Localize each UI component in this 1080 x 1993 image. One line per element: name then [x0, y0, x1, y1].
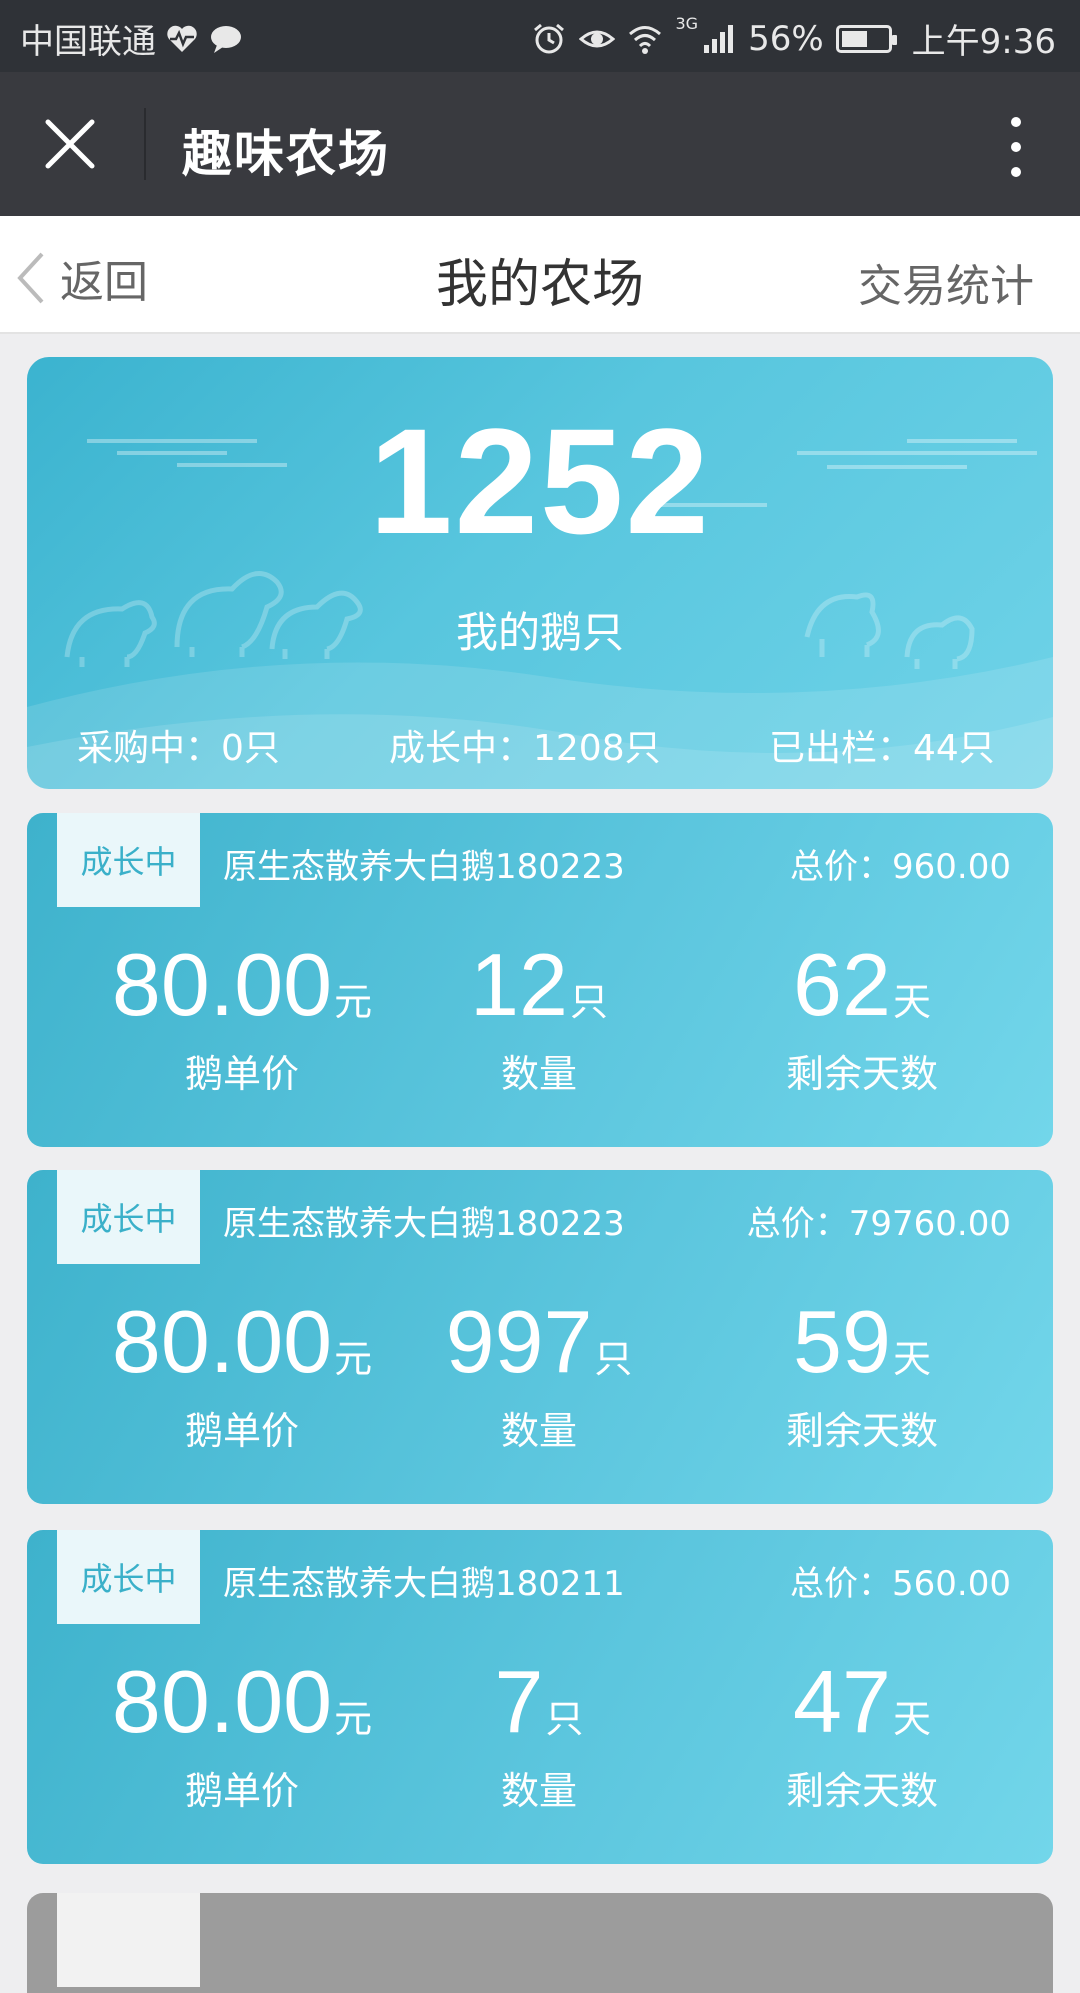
product-name: 原生态散养大白鹅180223 — [223, 847, 625, 887]
status-tag: 成长中 — [57, 813, 200, 907]
sold-count: 已出栏：44只 — [769, 728, 995, 769]
growing-count: 成长中：1208只 — [389, 728, 661, 769]
quantity-label: 数量 — [500, 1409, 577, 1453]
carrier-label: 中国联通 — [20, 22, 156, 62]
remaining-days-unit: 天 — [892, 1337, 931, 1381]
remaining-days-label: 剩余天数 — [785, 1052, 938, 1096]
total-price: 总价：960.00 — [790, 847, 1011, 887]
order-card-partial[interactable] — [27, 1893, 1053, 1993]
battery-icon — [835, 24, 897, 53]
quantity-value: 997 — [445, 1292, 593, 1391]
unit-price-label: 鹅单价 — [184, 1052, 299, 1096]
product-name: 原生态散养大白鹅180211 — [223, 1564, 625, 1604]
close-icon[interactable] — [42, 116, 98, 172]
battery-percent: 56% — [748, 18, 824, 59]
unit-price-metric: 80.00元 鹅单价 — [92, 1658, 392, 1815]
remaining-days-metric: 59天 剩余天数 — [712, 1298, 1012, 1455]
wifi-icon — [629, 25, 662, 54]
eye-icon — [579, 30, 616, 47]
remaining-days-value: 47 — [793, 1652, 891, 1751]
quantity-value: 7 — [494, 1652, 544, 1751]
summary-card: 1252 我的鹅只 采购中：0只 成长中：1208只 已出栏：44只 — [27, 357, 1053, 789]
status-tag — [57, 1893, 200, 1987]
status-tag: 成长中 — [57, 1530, 200, 1624]
unit-price-label: 鹅单价 — [184, 1409, 299, 1453]
remaining-days-label: 剩余天数 — [785, 1769, 938, 1813]
unit-price-unit: 元 — [334, 980, 373, 1024]
alarm-clock-icon — [534, 23, 565, 53]
wechat-title-bar: 趣味农场 — [0, 72, 1080, 216]
order-card[interactable]: 成长中 原生态散养大白鹅180211 总价：560.00 80.00元 鹅单价 … — [27, 1530, 1053, 1864]
total-geese-count: 1252 — [369, 397, 711, 565]
status-tag: 成长中 — [57, 1170, 200, 1264]
more-options-icon[interactable] — [1004, 112, 1028, 182]
product-name: 原生态散养大白鹅180223 — [223, 1204, 625, 1244]
quantity-label: 数量 — [500, 1769, 577, 1813]
quantity-metric: 12只 数量 — [389, 941, 689, 1098]
unit-price-unit: 元 — [334, 1337, 373, 1381]
page-header: 返回 我的农场 交易统计 — [0, 216, 1080, 334]
unit-price-value: 80.00 — [111, 1292, 333, 1391]
remaining-days-metric: 62天 剩余天数 — [712, 941, 1012, 1098]
clock-time: 上午9:36 — [911, 22, 1056, 62]
quantity-metric: 7只 数量 — [389, 1658, 689, 1815]
order-card[interactable]: 成长中 原生态散养大白鹅180223 总价：960.00 80.00元 鹅单价 … — [27, 813, 1053, 1147]
status-bar: 中国联通 3G 56% 上午9:36 — [0, 0, 1080, 72]
total-geese-label: 我的鹅只 — [455, 608, 624, 657]
remaining-days-label: 剩余天数 — [785, 1409, 938, 1453]
unit-price-metric: 80.00元 鹅单价 — [92, 941, 392, 1098]
unit-price-value: 80.00 — [111, 935, 333, 1034]
quantity-label: 数量 — [500, 1052, 577, 1096]
total-price: 总价：79760.00 — [746, 1204, 1011, 1244]
remaining-days-value: 62 — [793, 935, 891, 1034]
unit-price-label: 鹅单价 — [184, 1769, 299, 1813]
status-counts: 采购中：0只 成长中：1208只 已出栏：44只 — [27, 719, 1053, 775]
remaining-days-metric: 47天 剩余天数 — [712, 1658, 1012, 1815]
network-type-label: 3G — [675, 14, 699, 33]
heart-rate-icon — [167, 25, 197, 52]
remaining-days-unit: 天 — [892, 980, 931, 1024]
remaining-days-unit: 天 — [892, 1697, 931, 1741]
signal-strength-icon — [704, 24, 734, 53]
quantity-unit: 只 — [569, 980, 608, 1024]
remaining-days-value: 59 — [793, 1292, 891, 1391]
quantity-unit: 只 — [545, 1697, 584, 1741]
trade-stats-link[interactable]: 交易统计 — [858, 250, 1034, 314]
unit-price-metric: 80.00元 鹅单价 — [92, 1298, 392, 1455]
quantity-value: 12 — [470, 935, 568, 1034]
chat-bubble-icon — [211, 25, 241, 53]
quantity-unit: 只 — [594, 1337, 633, 1381]
quantity-metric: 997只 数量 — [389, 1298, 689, 1455]
unit-price-unit: 元 — [334, 1697, 373, 1741]
unit-price-value: 80.00 — [111, 1652, 333, 1751]
order-card[interactable]: 成长中 原生态散养大白鹅180223 总价：79760.00 80.00元 鹅单… — [27, 1170, 1053, 1504]
purchasing-count: 采购中：0只 — [77, 728, 280, 769]
app-title: 趣味农场 — [182, 125, 390, 183]
total-price: 总价：560.00 — [790, 1564, 1011, 1604]
title-divider — [144, 108, 146, 180]
